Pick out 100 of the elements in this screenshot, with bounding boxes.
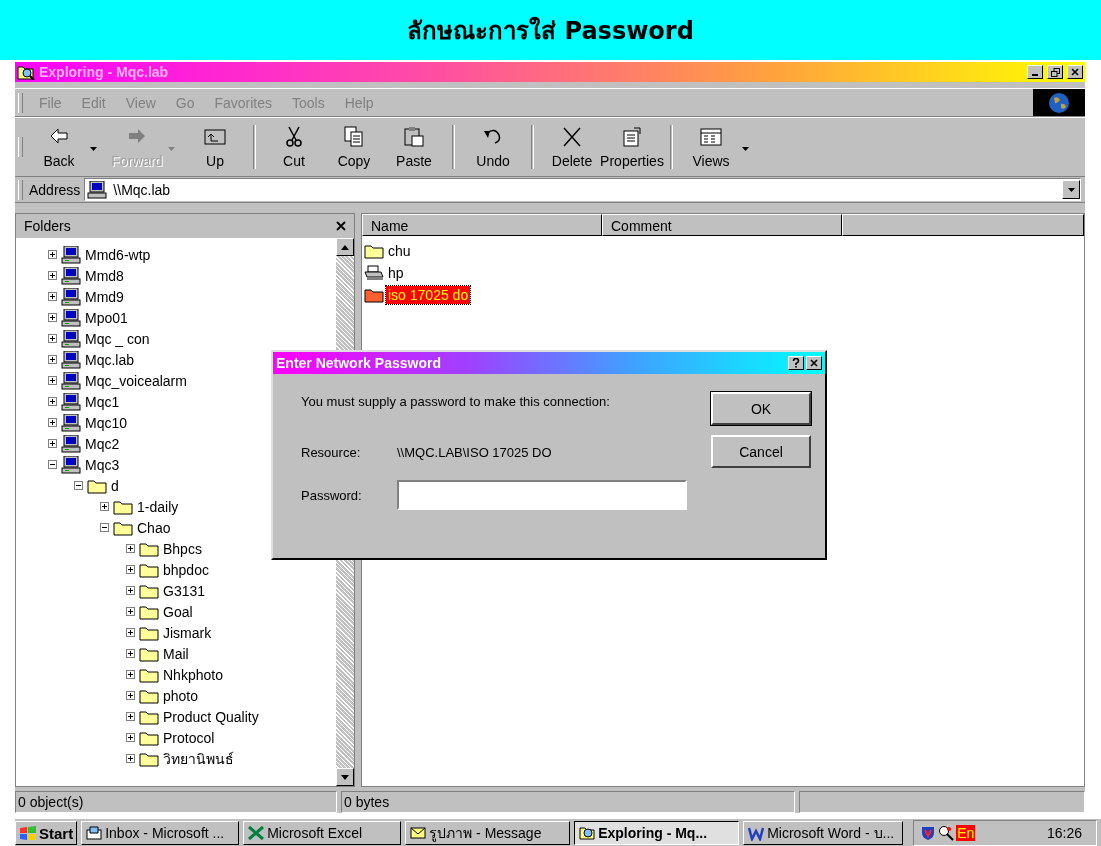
expand-icon[interactable] <box>48 334 57 343</box>
expand-icon[interactable] <box>126 649 135 658</box>
tree-item[interactable]: Product Quality <box>163 708 259 725</box>
expand-icon[interactable] <box>126 754 135 763</box>
minimize-button[interactable] <box>1027 65 1043 79</box>
toolbar-button[interactable]: Paste <box>384 125 444 169</box>
file-name[interactable]: hp <box>386 264 406 282</box>
folder-icon <box>87 477 107 494</box>
tree-item[interactable]: G3131 <box>163 582 206 599</box>
tree-item[interactable]: Mmd9 <box>85 288 124 305</box>
folder-icon <box>139 750 159 767</box>
language-indicator[interactable]: En <box>956 825 976 841</box>
close-button[interactable] <box>1067 65 1083 79</box>
expand-icon[interactable] <box>48 439 57 448</box>
tree-item[interactable]: Mmd6-wtp <box>85 246 151 263</box>
tree-item[interactable]: Nhkphoto <box>163 666 223 683</box>
password-field[interactable] <box>397 480 687 510</box>
tree-item[interactable]: Goal <box>163 603 193 620</box>
printer-icon <box>364 265 384 281</box>
collapse-icon[interactable] <box>74 481 83 490</box>
tree-item[interactable]: Mqc3 <box>85 456 120 473</box>
taskbar-button[interactable]: Microsoft Word - บ... <box>743 821 904 845</box>
scroll-down-icon[interactable] <box>341 774 349 780</box>
expand-icon[interactable] <box>126 712 135 721</box>
tree-item[interactable]: วิทยานิพนธ์ <box>163 747 234 770</box>
address-field[interactable]: \\Mqc.lab <box>84 178 1081 201</box>
magnifier-icon[interactable] <box>938 825 955 841</box>
expand-icon[interactable] <box>126 628 135 637</box>
close-button[interactable] <box>806 356 822 370</box>
toolbar-button[interactable]: Cut <box>245 125 324 169</box>
folder-icon <box>139 666 159 683</box>
tree-item[interactable]: photo <box>163 687 199 704</box>
tree-item[interactable]: Mqc _ con <box>85 330 150 347</box>
tree-item[interactable]: Mqc1 <box>85 393 120 410</box>
help-button[interactable] <box>788 356 804 370</box>
expand-icon[interactable] <box>48 250 57 259</box>
shield-icon[interactable] <box>920 825 937 841</box>
toolbar-button[interactable]: Undo <box>444 125 523 169</box>
tree-item[interactable]: Jismark <box>163 624 212 641</box>
scroll-up-icon[interactable] <box>341 244 349 250</box>
tree-item[interactable]: Mail <box>163 645 189 662</box>
expand-icon[interactable] <box>48 271 57 280</box>
taskbar-button[interactable]: รูปภาพ - Message <box>405 821 571 845</box>
expand-icon[interactable] <box>126 607 135 616</box>
taskbar-button[interactable]: Microsoft Excel <box>243 821 402 845</box>
column-header[interactable]: Name <box>362 214 602 236</box>
collapse-icon[interactable] <box>100 523 109 532</box>
file-name[interactable]: chu <box>386 242 413 260</box>
dropdown-caret-icon <box>167 146 176 152</box>
start-button[interactable]: Start <box>15 821 78 845</box>
expand-icon[interactable] <box>126 691 135 700</box>
address-label: Address <box>29 181 81 198</box>
computer-icon <box>61 308 81 327</box>
toolbar-button[interactable]: Properties <box>602 125 662 169</box>
folder-icon <box>139 624 159 641</box>
tree-item[interactable]: 1-daily <box>137 498 179 515</box>
tree-item[interactable]: Chao <box>137 519 171 536</box>
tree-item[interactable]: d <box>111 477 119 494</box>
tree-item[interactable]: Bhpcs <box>163 540 202 557</box>
collapse-icon[interactable] <box>48 460 57 469</box>
taskbar-button[interactable]: Inbox - Microsoft ... <box>81 821 240 845</box>
dropdown-caret-icon <box>1066 186 1076 193</box>
expand-icon[interactable] <box>48 418 57 427</box>
close-icon[interactable] <box>336 221 346 231</box>
folder-icon <box>139 708 159 725</box>
computer-icon <box>61 266 81 285</box>
tree-item[interactable]: Mpo01 <box>85 309 128 326</box>
toolbar-button[interactable]: Delete <box>523 125 602 169</box>
file-name[interactable]: iso 17025 do <box>386 286 471 304</box>
expand-icon[interactable] <box>126 586 135 595</box>
restore-button[interactable] <box>1047 65 1063 79</box>
expand-icon[interactable] <box>48 355 57 364</box>
tree-item[interactable]: Mmd8 <box>85 267 124 284</box>
taskbar-button[interactable]: Exploring - Mq... <box>574 821 740 845</box>
expand-icon[interactable] <box>126 670 135 679</box>
expand-icon[interactable] <box>48 292 57 301</box>
tree-item[interactable]: bhpdoc <box>163 561 209 578</box>
expand-icon[interactable] <box>48 313 57 322</box>
expand-icon[interactable] <box>126 565 135 574</box>
folder-icon <box>139 582 159 599</box>
expand-icon[interactable] <box>48 397 57 406</box>
column-header[interactable]: Comment <box>602 214 842 236</box>
expand-icon[interactable] <box>100 502 109 511</box>
tree-item[interactable]: Mqc2 <box>85 435 120 452</box>
tree-item[interactable]: Mqc10 <box>85 414 128 431</box>
dropdown-button[interactable] <box>1062 180 1080 199</box>
expand-icon[interactable] <box>126 544 135 553</box>
toolbar-button[interactable]: Back <box>29 125 107 169</box>
tree-item[interactable]: Mqc.lab <box>85 351 135 368</box>
toolbar-button[interactable]: Up <box>185 125 245 169</box>
tree-item[interactable]: Protocol <box>163 729 215 746</box>
question-icon <box>792 358 800 368</box>
column-header[interactable] <box>842 214 1084 236</box>
dialog-button[interactable]: OK <box>711 392 811 425</box>
expand-icon[interactable] <box>48 376 57 385</box>
toolbar-button[interactable]: Copy <box>324 125 384 169</box>
expand-icon[interactable] <box>126 733 135 742</box>
dialog-button[interactable]: Cancel <box>711 435 811 468</box>
folder-icon <box>364 243 384 259</box>
tree-item[interactable]: Mqc_voicealarm <box>85 372 187 389</box>
